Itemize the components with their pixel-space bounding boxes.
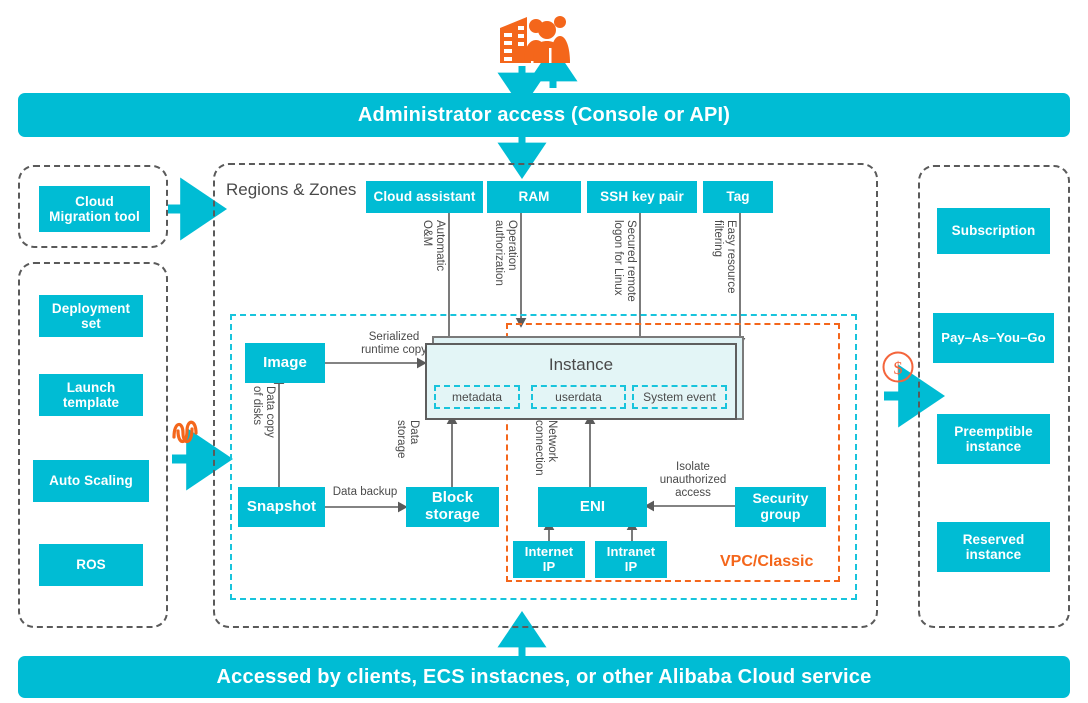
node-label: Preemptible instance [954, 423, 1033, 454]
node-label: ENI [579, 497, 606, 515]
node-label: Deployment set [51, 300, 131, 331]
node-label: Internet IP [524, 543, 574, 574]
client-access-banner-label: Accessed by clients, ECS instacnes, or o… [216, 665, 872, 688]
node-label: Snapshot [246, 497, 317, 515]
admin-access-banner-label: Administrator access (Console or API) [357, 103, 731, 126]
node-label: Launch template [62, 379, 120, 410]
node-label: Image [263, 353, 307, 371]
node-label: Intranet IP [606, 543, 656, 574]
node-intranet-ip[interactable]: Intranet IP [595, 541, 667, 578]
node-label: Tag [726, 189, 750, 205]
node-label: Security group [752, 490, 809, 522]
node-label: Cloud assistant [373, 189, 476, 205]
component-label: metadata [451, 390, 503, 404]
node-ros[interactable]: ROS [39, 544, 143, 586]
node-auto-scaling[interactable]: Auto Scaling [33, 460, 149, 502]
admin-access-banner: Administrator access (Console or API) [18, 93, 1070, 137]
node-label: ROS [76, 557, 106, 573]
edge-label-data-storage: Data storage [394, 420, 420, 459]
instance-component-system-event[interactable]: System event [632, 385, 727, 409]
edge-label-serialized-runtime-copy: Serialized runtime copy [361, 331, 427, 357]
node-reserved-instance[interactable]: Reserved instance [937, 522, 1050, 572]
instance-component-metadata[interactable]: metadata [434, 385, 520, 409]
node-internet-ip[interactable]: Internet IP [513, 541, 585, 578]
edge-label-easy-resource-filtering: Easy resource filtering [711, 220, 737, 294]
elasticity-wave-icon [172, 420, 198, 444]
component-label: System event [643, 390, 716, 404]
node-launch-template[interactable]: Launch template [39, 374, 143, 416]
node-block-storage[interactable]: Block storage [406, 487, 499, 527]
edge-label-data-backup: Data backup [332, 486, 398, 498]
node-cloud-assistant[interactable]: Cloud assistant [366, 181, 483, 213]
node-image[interactable]: Image [245, 343, 325, 383]
node-subscription[interactable]: Subscription [937, 208, 1050, 254]
node-label: Subscription [951, 223, 1036, 239]
client-access-banner: Accessed by clients, ECS instacnes, or o… [18, 656, 1070, 698]
diagram-canvas: $ Administrator access (Console or API) … [0, 0, 1088, 703]
node-deployment-set[interactable]: Deployment set [39, 295, 143, 337]
instance-component-userdata[interactable]: userdata [531, 385, 626, 409]
node-eni[interactable]: ENI [538, 487, 647, 527]
node-label: Reserved instance [962, 531, 1025, 562]
regions-and-zones-title: Regions & Zones [226, 180, 357, 199]
edge-label-isolate-unauthorized-access: Isolate unauthorized access [659, 461, 727, 500]
node-security-group[interactable]: Security group [735, 487, 826, 527]
building-people-icon [500, 16, 570, 65]
edge-label-operation-authorization: Operation authorization [492, 220, 518, 286]
node-label: Auto Scaling [49, 473, 133, 489]
svg-text:$: $ [894, 358, 903, 378]
node-preemptible-instance[interactable]: Preemptible instance [937, 414, 1050, 464]
node-ram[interactable]: RAM [487, 181, 581, 213]
vpc-classic-label: VPC/Classic [720, 553, 814, 570]
node-label: Block storage [425, 489, 480, 523]
node-cloud-migration-tool[interactable]: Cloud Migration tool [39, 186, 150, 232]
node-snapshot[interactable]: Snapshot [238, 487, 325, 527]
node-label: Cloud Migration tool [49, 193, 140, 224]
node-pay-as-you-go[interactable]: Pay–As–You–Go [933, 313, 1054, 363]
edge-label-secured-remote-logon: Secured remote logon for Linux [611, 220, 637, 302]
edge-label-automatic-om: Automatic O&M [420, 220, 446, 272]
node-label: SSH key pair [600, 189, 684, 205]
component-label: userdata [555, 390, 602, 404]
dollar-circle-icon: $ [882, 351, 914, 383]
instance-title: Instance [548, 355, 614, 374]
node-tag[interactable]: Tag [703, 181, 773, 213]
node-ssh-key-pair[interactable]: SSH key pair [587, 181, 697, 213]
edge-label-data-copy-of-disks: Data copy of disks [250, 386, 276, 438]
node-label: RAM [518, 189, 550, 205]
edge-label-network-connection: Network connection [532, 420, 558, 476]
node-label: Pay–As–You–Go [941, 329, 1046, 345]
